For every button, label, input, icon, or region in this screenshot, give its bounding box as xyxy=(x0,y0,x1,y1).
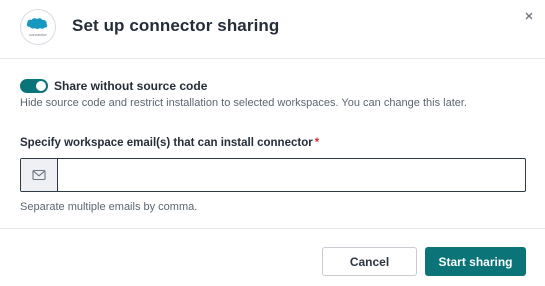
toggle-label: Share without source code xyxy=(54,79,208,93)
salesforce-cloud-icon xyxy=(26,18,48,29)
modal-title: Set up connector sharing xyxy=(72,16,280,35)
logo-sub-text: connector xyxy=(29,32,47,37)
email-field-label-text: Specify workspace email(s) that can inst… xyxy=(20,137,313,149)
close-icon[interactable] xyxy=(522,9,536,23)
email-field-label: Specify workspace email(s) that can inst… xyxy=(20,137,319,149)
email-field-hint: Separate multiple emails by comma. xyxy=(20,201,198,213)
mail-icon xyxy=(32,169,46,181)
modal-footer: Cancel Start sharing xyxy=(0,228,545,286)
required-marker: * xyxy=(314,137,320,149)
email-input-prefix xyxy=(21,159,58,191)
start-sharing-button[interactable]: Start sharing xyxy=(425,247,526,276)
email-input-group xyxy=(20,158,526,192)
share-connector-modal: connector Set up connector sharing Share… xyxy=(0,0,545,285)
cancel-button[interactable]: Cancel xyxy=(322,247,417,276)
modal-header: connector Set up connector sharing xyxy=(0,0,545,59)
workspace-email-input[interactable] xyxy=(58,159,524,191)
toggle-description: Hide source code and restrict installati… xyxy=(20,97,467,109)
share-without-source-toggle[interactable] xyxy=(20,79,48,93)
connector-logo: connector xyxy=(20,9,56,45)
toggle-knob xyxy=(36,81,46,91)
